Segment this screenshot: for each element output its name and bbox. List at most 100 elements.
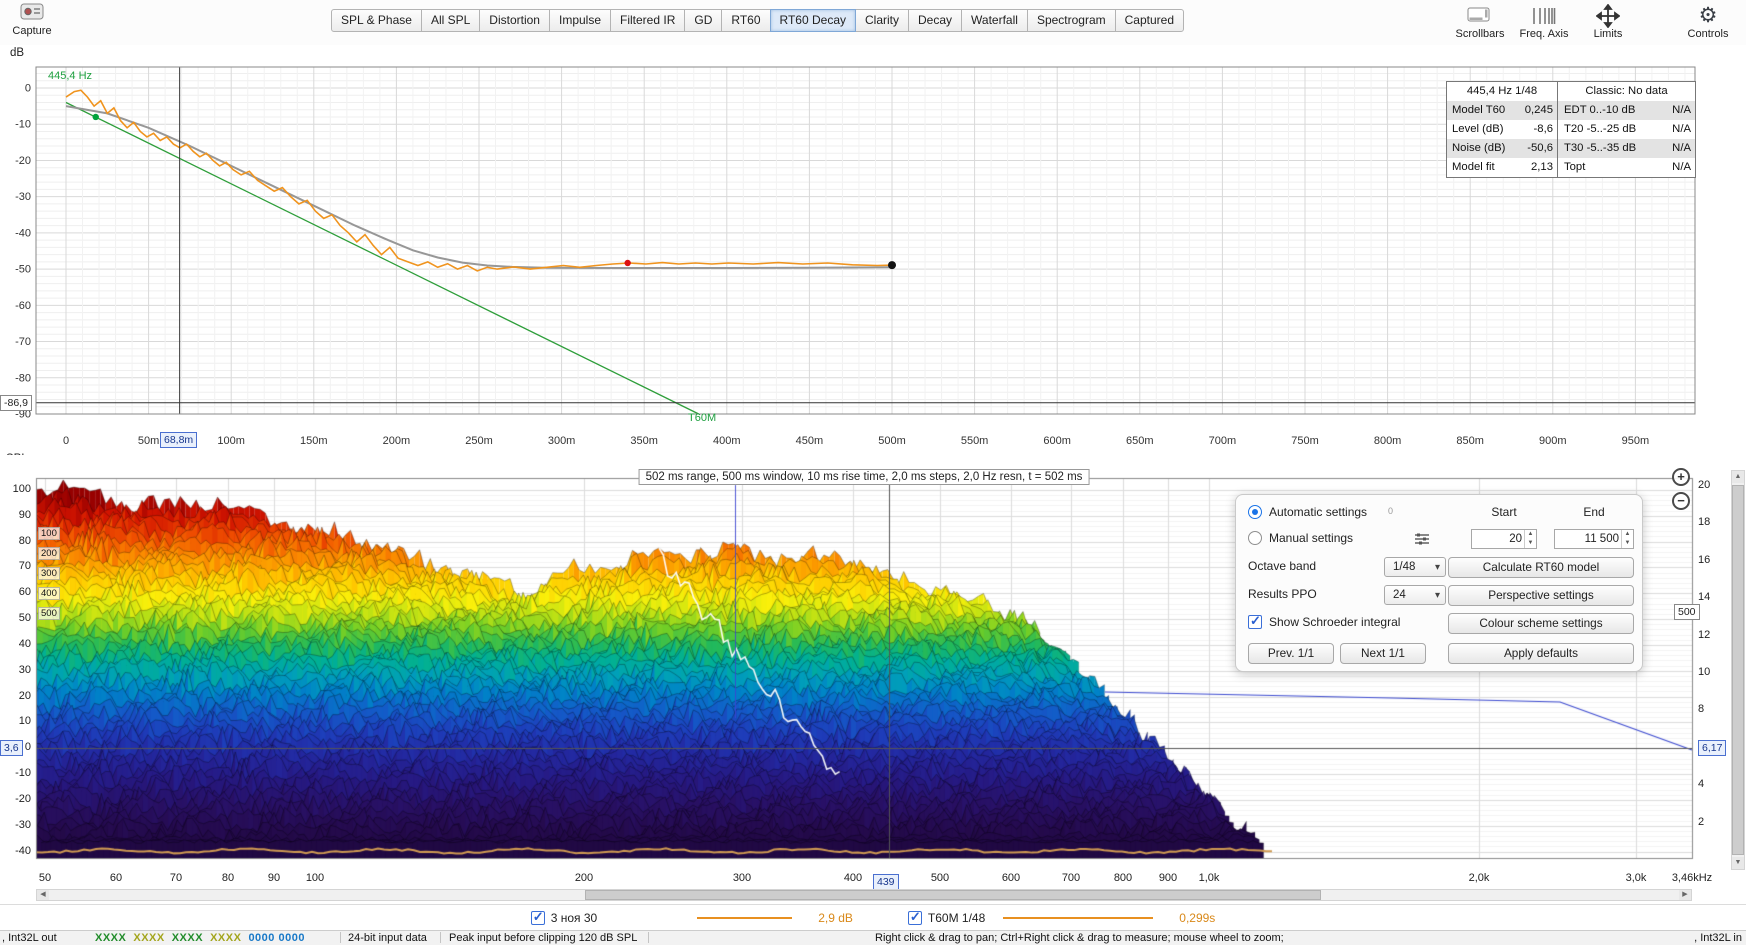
trace1-line-sample <box>697 917 792 919</box>
end-input[interactable]: 11 500▲▼ <box>1554 529 1634 549</box>
time-tick: 450m <box>796 435 824 447</box>
input-device-label: , Int32L in <box>1694 932 1742 944</box>
next-button[interactable]: Next 1/1 <box>1340 643 1426 664</box>
tool-freq-axis-button[interactable]: Freq. Axis <box>1512 3 1576 40</box>
time-tick: 900m <box>1539 435 1567 447</box>
trace1-name[interactable]: 3 ноя 30 <box>551 911 598 925</box>
input-level-meters: XXXXXXXXXXXXXXXX0000 0000 <box>95 932 312 944</box>
level-meter-segment: XXXX <box>172 932 203 944</box>
tool-limits-button[interactable]: Limits <box>1576 3 1640 40</box>
time-tick: 550m <box>961 435 989 447</box>
capture-icon <box>20 13 44 25</box>
time-tick: 150m <box>300 435 328 447</box>
capture-label: Capture <box>6 25 58 37</box>
freq-cursor-readout: 439 <box>873 874 899 890</box>
capture-button[interactable]: Capture <box>6 3 58 37</box>
vertical-scrollbar[interactable]: ▲ ▼ <box>1731 470 1745 870</box>
prev-button[interactable]: Prev. 1/1 <box>1248 643 1334 664</box>
automatic-settings-radio[interactable] <box>1248 505 1262 519</box>
tab-gd[interactable]: GD <box>684 9 722 32</box>
db-tick: -80 <box>15 372 31 384</box>
tool-controls-button[interactable]: ⚙Controls <box>1676 3 1740 40</box>
trace2-line-sample <box>1003 917 1153 919</box>
start-column-header: Start <box>1471 505 1537 519</box>
toolbar: Capture SPL & PhaseAll SPLDistortionImpu… <box>0 0 1746 45</box>
graph-tab-bar: SPL & PhaseAll SPLDistortionImpulseFilte… <box>332 9 1184 32</box>
app-window: Capture SPL & PhaseAll SPLDistortionImpu… <box>0 0 1746 945</box>
tab-decay[interactable]: Decay <box>908 9 962 32</box>
db-tick: -50 <box>15 264 31 276</box>
time-tick: 0 <box>63 435 69 447</box>
tab-distortion[interactable]: Distortion <box>479 9 550 32</box>
results-ppo-label: Results PPO <box>1248 587 1317 601</box>
scroll-right-arrow[interactable]: ▶ <box>1679 890 1691 900</box>
zoom-out-button[interactable] <box>1672 492 1690 510</box>
gear-icon: ⚙ <box>1676 3 1740 28</box>
limits-icon <box>1576 3 1640 28</box>
tool-label: Freq. Axis <box>1512 28 1576 40</box>
scroll-down-arrow[interactable]: ▼ <box>1732 857 1744 869</box>
mixer-icon <box>1414 532 1430 549</box>
tab-captured[interactable]: Captured <box>1115 9 1184 32</box>
stats-cell: Classic: No data <box>1557 82 1695 101</box>
apply-defaults-button[interactable]: Apply defaults <box>1448 643 1634 664</box>
manual-settings-radio[interactable] <box>1248 531 1262 545</box>
stats-cell: 0,245 <box>1513 101 1557 120</box>
stats-row: Model fit2,13ToptN/A <box>1447 158 1695 177</box>
time-tick: 700m <box>1209 435 1237 447</box>
decay-level-cursor-readout: -86,9 <box>0 395 32 411</box>
horizontal-scroll-thumb[interactable] <box>585 890 1321 900</box>
stats-cell: -8,6 <box>1513 120 1557 139</box>
scroll-left-arrow[interactable]: ◀ <box>37 890 49 900</box>
status-bar: , Int32L out XXXXXXXXXXXXXXXX0000 0000 2… <box>0 930 1746 945</box>
tab-rt60[interactable]: RT60 <box>721 9 770 32</box>
tab-rt60-decay[interactable]: RT60 Decay <box>770 9 856 32</box>
horizontal-scrollbar[interactable]: ◀ ▶ <box>36 889 1692 901</box>
perspective-settings-button[interactable]: Perspective settings <box>1448 585 1634 606</box>
time-tick: 250m <box>465 435 493 447</box>
right-cursor-readout: 6,17 <box>1698 740 1726 756</box>
tab-waterfall[interactable]: Waterfall <box>961 9 1028 32</box>
start-spinner[interactable]: ▲▼ <box>1524 530 1536 548</box>
stats-cell: 445,4 Hz 1/48 <box>1447 82 1557 101</box>
colour-scheme-settings-button[interactable]: Colour scheme settings <box>1448 613 1634 634</box>
time-tick: 600m <box>1043 435 1071 447</box>
end-spinner[interactable]: ▲▼ <box>1621 530 1633 548</box>
db-tick: -40 <box>15 227 31 239</box>
tab-all-spl[interactable]: All SPL <box>421 9 480 32</box>
stats-cell: Model T60 <box>1447 101 1513 120</box>
stats-cell: Noise (dB) <box>1447 139 1513 158</box>
tab-clarity[interactable]: Clarity <box>855 9 909 32</box>
show-schroeder-label: Show Schroeder integral <box>1269 615 1400 629</box>
tab-spectrogram[interactable]: Spectrogram <box>1027 9 1116 32</box>
tab-spl-phase[interactable]: SPL & Phase <box>331 9 422 32</box>
t60m-curve-label: T60M <box>688 412 716 424</box>
stats-cell: Level (dB) <box>1447 120 1513 139</box>
trace1-value: 2,9 dB <box>818 911 853 925</box>
legend-bar: 3 ноя 30 2,9 dB T60M 1/48 0,299s <box>0 904 1746 930</box>
trace2-name[interactable]: T60M 1/48 <box>928 911 985 925</box>
show-schroeder-checkbox[interactable] <box>1248 615 1262 629</box>
calculate-rt60-model-button[interactable]: Calculate RT60 model <box>1448 557 1634 578</box>
stats-row: Level (dB)-8,6T20 -5..-25 dBN/A <box>1447 120 1695 139</box>
zoom-in-button[interactable] <box>1672 468 1690 486</box>
automatic-settings-label: Automatic settings <box>1269 505 1367 519</box>
scroll-up-arrow[interactable]: ▲ <box>1732 471 1744 483</box>
stats-cell: 2,13 <box>1513 158 1557 177</box>
waterfall-info-text: 502 ms range, 500 ms window, 10 ms rise … <box>639 469 1090 485</box>
tool-label: Controls <box>1676 28 1740 40</box>
vertical-scroll-thumb[interactable] <box>1732 485 1744 855</box>
mouse-help-text: Right click & drag to pan; Ctrl+Right cl… <box>875 932 1284 944</box>
octave-band-select[interactable]: 1/48 <box>1384 557 1446 577</box>
trace2-checkbox[interactable] <box>908 911 922 925</box>
level-meter-segment: XXXX <box>95 932 126 944</box>
tool-scrollbars-button[interactable]: Scrollbars <box>1448 3 1512 40</box>
stats-cell: N/A <box>1663 120 1695 139</box>
time-tick: 950m <box>1622 435 1650 447</box>
auto-hint-value: 0 <box>1388 506 1393 516</box>
start-input[interactable]: 20▲▼ <box>1471 529 1537 549</box>
results-ppo-select[interactable]: 24 <box>1384 585 1446 605</box>
trace1-checkbox[interactable] <box>531 911 545 925</box>
tab-impulse[interactable]: Impulse <box>549 9 611 32</box>
tab-filtered-ir[interactable]: Filtered IR <box>610 9 685 32</box>
